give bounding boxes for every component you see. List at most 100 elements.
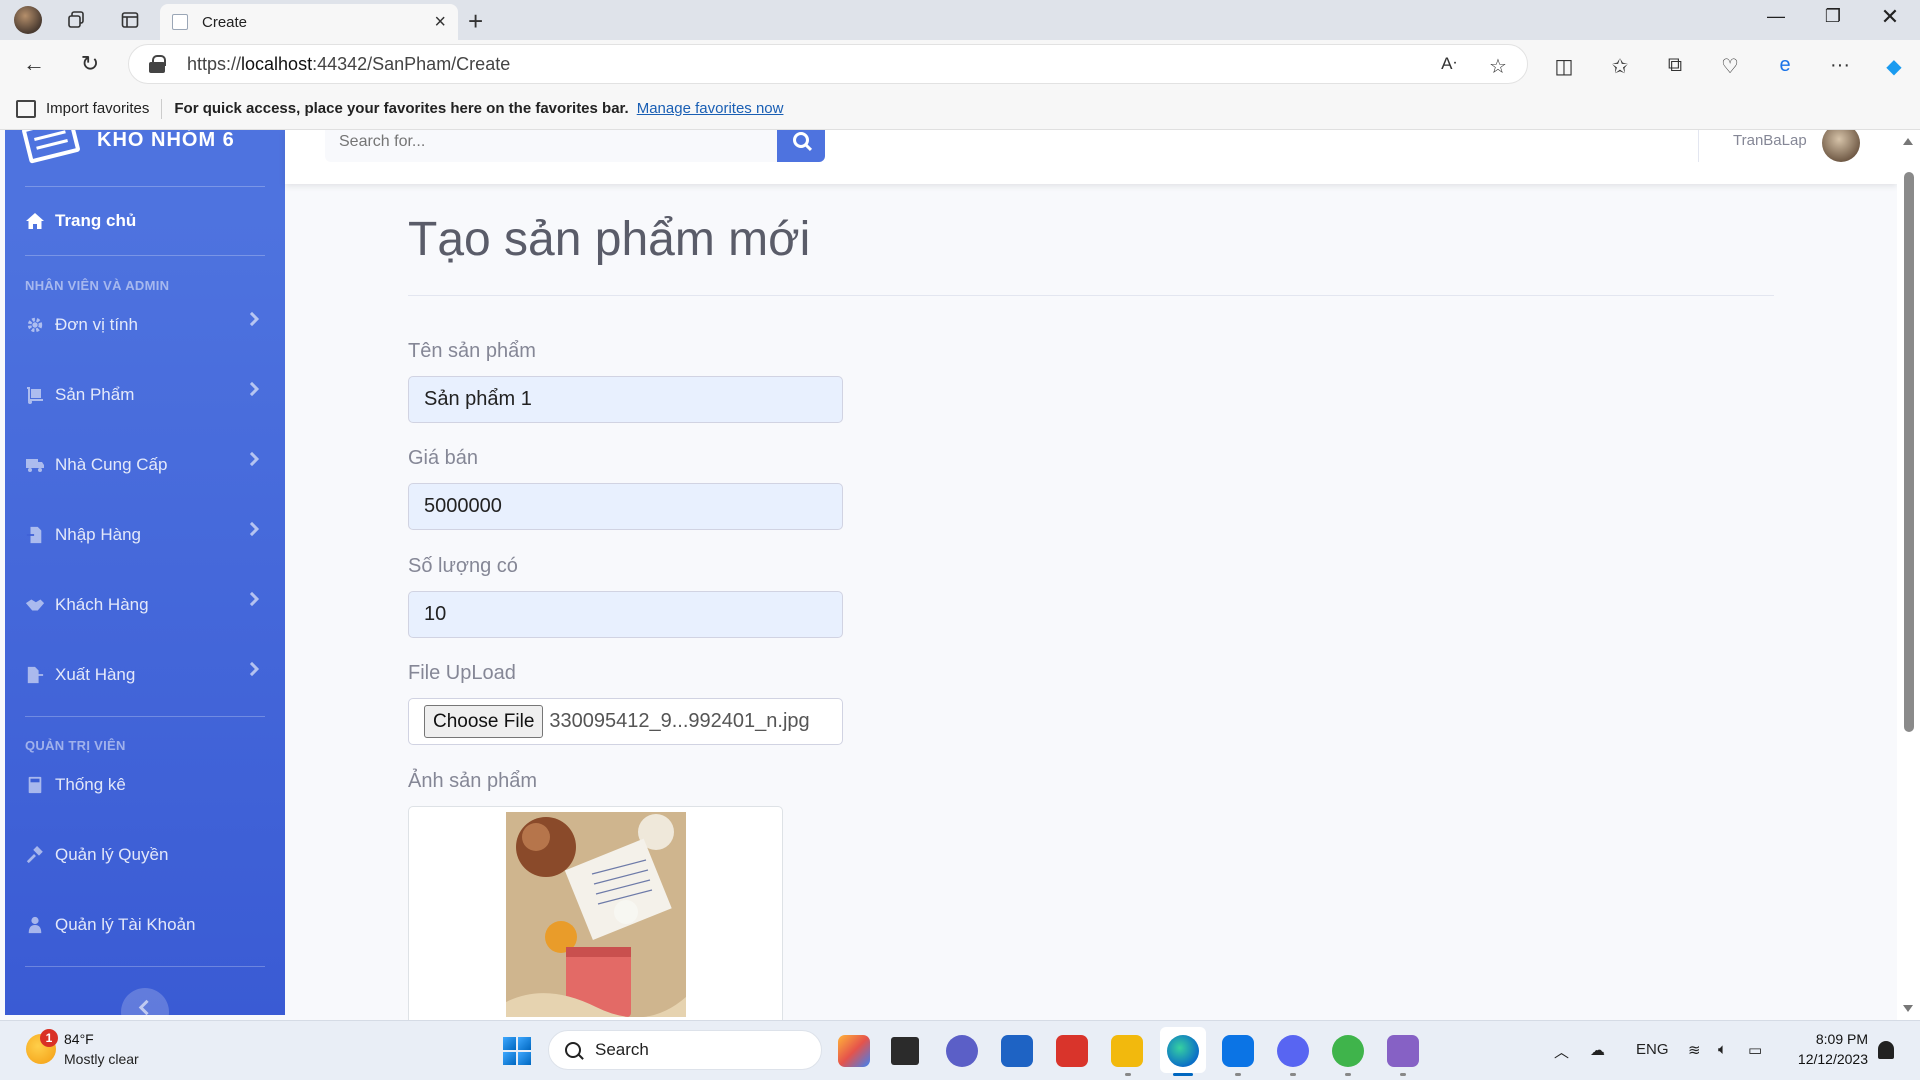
close-window-icon[interactable]: ✕ [1870,4,1910,30]
address-bar[interactable]: https://localhost:44342/SanPham/Create [128,44,1528,84]
office-app-icon[interactable] [1056,1035,1088,1067]
search-input[interactable] [325,130,777,162]
clock-time[interactable]: 8:09 PM [1776,1031,1868,1047]
restore-icon[interactable]: ❐ [1813,6,1853,27]
manage-favorites-link[interactable]: Manage favorites now [637,100,784,117]
avatar[interactable] [1822,130,1860,162]
workspaces-icon[interactable] [64,8,88,32]
green-app-icon[interactable] [1332,1035,1364,1067]
chevron-right-icon [244,311,260,327]
copilot-preview-app-icon[interactable] [838,1035,870,1067]
browser-essentials-icon[interactable]: ♡ [1715,54,1745,79]
mail-icon[interactable] [1001,1035,1033,1067]
file-explorer-icon[interactable] [1111,1035,1143,1067]
sidebar-heading-admin: QUẢN TRỊ VIÊN [25,738,126,753]
product-image-label: Ảnh sản phẩm [408,770,537,792]
refresh-icon[interactable]: ↻ [76,50,104,78]
lock-icon[interactable] [149,55,166,73]
web-page: KHO NHÓM 6 Trang chủ NHÂN VIÊN VÀ ADMIN … [0,130,1920,1020]
notification-bell-icon[interactable] [1878,1041,1894,1059]
more-menu-icon[interactable]: ··· [1825,54,1855,77]
volume-icon[interactable]: 🔈︎ [1718,1041,1727,1058]
favorite-star-icon[interactable]: ☆ [1483,54,1513,79]
user-name[interactable]: TranBaLap [1733,132,1807,149]
app-running-indicator [1125,1073,1131,1076]
sidebar-item-import[interactable]: Nhập Hàng [25,520,265,550]
profile-avatar[interactable] [14,6,42,34]
active-tab[interactable]: Create × [160,4,458,40]
edge-browser-icon[interactable] [1167,1035,1199,1067]
import-icon [16,99,36,118]
tab-title: Create [202,13,248,31]
close-tab-icon[interactable]: × [434,11,446,34]
topbar-divider [1698,130,1699,162]
favorites-message: For quick access, place your favorites h… [174,100,629,117]
sidebar-item-accounts[interactable]: Quản lý Tài Khoản [25,910,265,940]
page-favicon-icon [172,14,188,30]
windows-taskbar: 1 84°F Mostly clear Search ︿ ☁ ENG ≋ 🔈︎ … [0,1020,1920,1080]
title-divider [408,295,1774,296]
favorites-bar: Import favorites For quick access, place… [0,88,1920,130]
minimize-icon[interactable]: — [1756,6,1796,27]
edge-extension-icon[interactable]: e [1770,54,1800,77]
import-favorites-button[interactable]: Import favorites [0,99,150,118]
sidebar-item-products[interactable]: Sản Phẩm [25,380,265,410]
sidebar-item-label: Sản Phẩm [55,385,135,404]
back-icon[interactable]: ← [20,50,48,78]
sidebar-item-units[interactable]: Đơn vị tính [25,310,265,340]
favorites-icon[interactable]: ✩ [1605,54,1635,79]
copilot-icon[interactable]: ◆ [1879,54,1909,79]
import-favorites-label: Import favorites [46,100,150,117]
battery-icon[interactable]: ▭ [1748,1041,1762,1059]
sidebar-item-export[interactable]: Xuất Hàng [25,660,265,690]
zalo-icon[interactable] [1222,1035,1254,1067]
sidebar-item-statistics[interactable]: Thống kê [25,770,265,800]
truck-icon [26,459,44,472]
language-indicator[interactable]: ENG [1636,1041,1669,1058]
split-screen-icon[interactable]: ◫ [1549,54,1579,79]
address-toolbar: ← ↻ https://localhost:44342/SanPham/Crea… [0,40,1920,88]
choose-file-button[interactable]: Choose File [424,705,544,738]
show-hidden-icons-icon[interactable]: ︿ [1554,1041,1569,1062]
teams-icon[interactable] [946,1035,978,1067]
discord-icon[interactable] [1277,1035,1309,1067]
sidebar-item-home[interactable]: Trang chủ [25,206,265,236]
sidebar-item-customers[interactable]: Khách Hàng [25,590,265,620]
scrollbar-thumb[interactable] [1904,172,1914,732]
url-text: https://localhost:44342/SanPham/Create [187,53,511,74]
clock-date[interactable]: 12/12/2023 [1776,1051,1868,1067]
scroll-down-arrow-icon[interactable] [1903,1005,1913,1012]
cog-icon [27,317,43,333]
file-upload-field: Choose File 330095412_9...992401_n.jpg [408,698,843,745]
sidebar-heading-staff: NHÂN VIÊN VÀ ADMIN [25,278,170,293]
search-button[interactable] [777,130,825,162]
scroll-up-arrow-icon[interactable] [1903,138,1913,145]
app-running-indicator [1400,1073,1406,1076]
read-aloud-icon[interactable]: Aᐧ [1434,54,1464,74]
sidebar-brand[interactable]: KHO NHÓM 6 [21,130,235,164]
vertical-tabs-icon[interactable] [118,8,142,32]
weather-description[interactable]: Mostly clear [64,1051,139,1067]
sidebar-toggle-button[interactable] [121,988,169,1020]
sidebar-item-suppliers[interactable]: Nhà Cung Cấp [25,450,265,480]
file-name: 330095412_9...992401_n.jpg [549,710,810,732]
taskbar-search[interactable]: Search [548,1030,822,1070]
sidebar: KHO NHÓM 6 Trang chủ NHÂN VIÊN VÀ ADMIN … [5,130,285,1020]
calculator-icon [28,776,42,794]
price-input[interactable] [408,483,843,530]
sidebar-item-label: Quản lý Quyền [55,845,169,864]
task-view-icon[interactable] [891,1037,919,1065]
visual-studio-icon[interactable] [1387,1035,1419,1067]
home-icon [26,213,44,229]
new-tab-icon[interactable]: + [468,6,483,37]
collections-icon[interactable]: ⧉ [1660,54,1690,77]
product-name-input[interactable] [408,376,843,423]
page-scrollbar[interactable] [1897,130,1920,1020]
onedrive-cloud-icon[interactable]: ☁ [1590,1041,1605,1059]
sidebar-item-permissions[interactable]: Quản lý Quyền [25,840,265,870]
quantity-input[interactable] [408,591,843,638]
windows-start-icon[interactable] [503,1037,531,1065]
weather-temperature[interactable]: 84°F [64,1031,94,1047]
wifi-icon[interactable]: ≋ [1688,1041,1701,1059]
brand-text: KHO NHÓM 6 [97,130,235,151]
